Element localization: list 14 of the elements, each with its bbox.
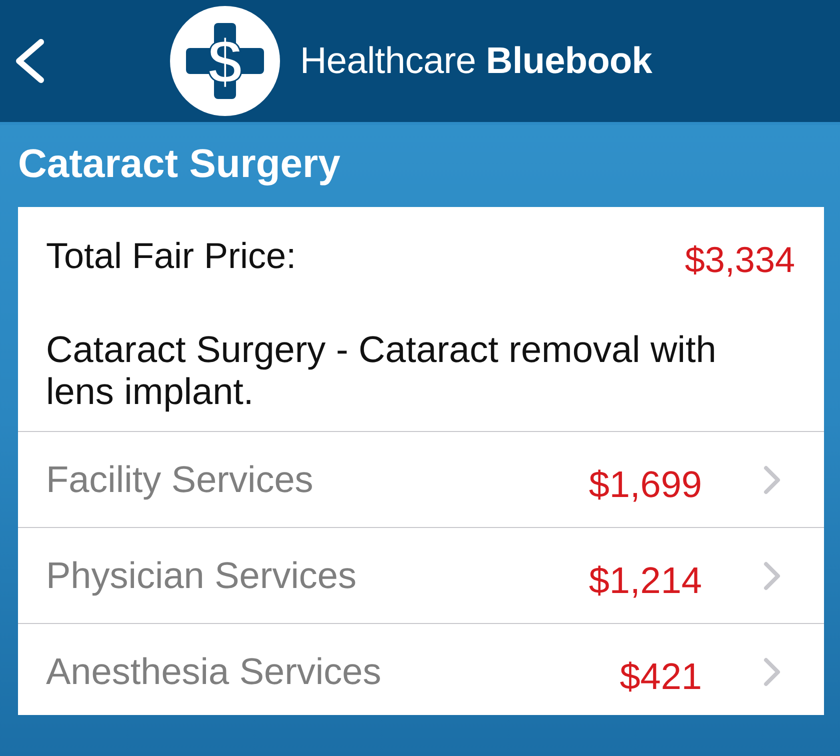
service-label[interactable]: Facility Services (46, 458, 589, 500)
total-price: $3,334 (684, 240, 795, 280)
chevron-icon[interactable] (762, 656, 782, 686)
chevron-icon[interactable] (762, 560, 782, 590)
page-title: Cataract Surgery (18, 141, 340, 187)
service-price: $1,699 (588, 464, 702, 506)
chevron-icon[interactable] (762, 464, 782, 494)
service-label[interactable]: Anesthesia Services (46, 650, 620, 692)
procedure-description: Cataract Surgery - Cataract removal with lens implant. (46, 329, 718, 414)
total-label: Total Fair Price: (46, 236, 296, 276)
service-label[interactable]: Physician Services (46, 554, 589, 596)
brand-name: Healthcare Bluebook (300, 39, 652, 83)
service-price: $421 (620, 656, 702, 698)
service-price: $1,214 (588, 560, 702, 602)
